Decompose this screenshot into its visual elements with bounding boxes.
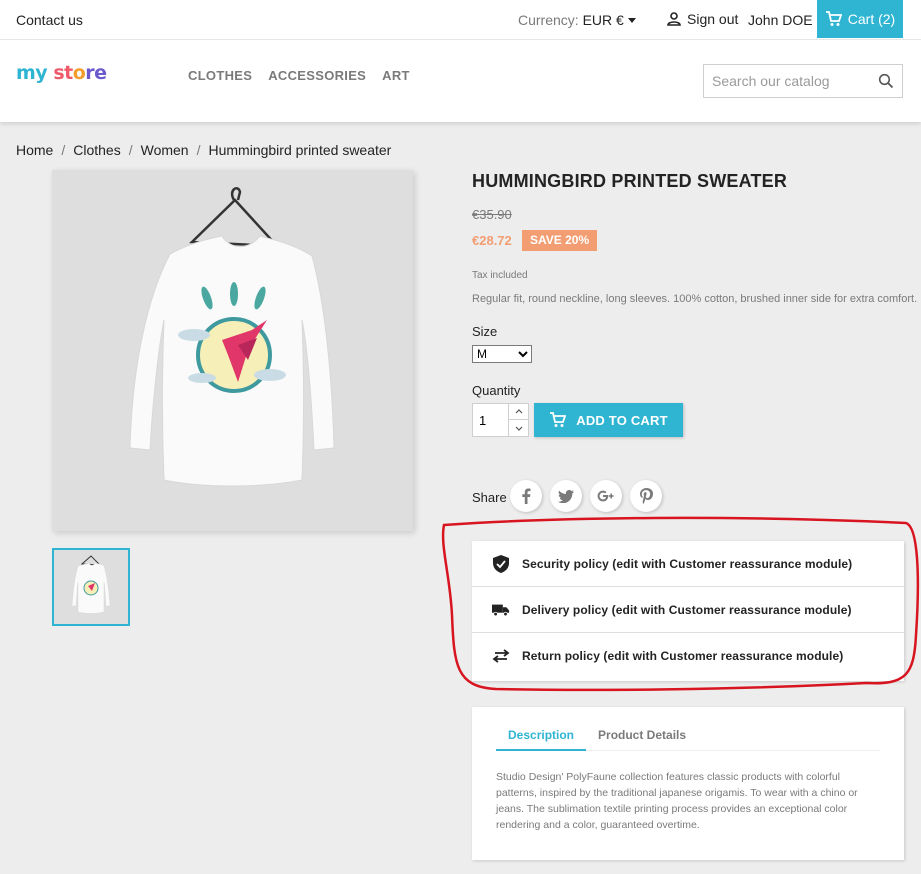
product-description: Studio Design' PolyFaune collection feat… bbox=[496, 771, 858, 831]
search-box bbox=[703, 64, 903, 98]
breadcrumb-clothes[interactable]: Clothes bbox=[73, 142, 120, 158]
breadcrumb: Home / Clothes / Women / Hummingbird pri… bbox=[16, 142, 391, 158]
cart-label: Cart (2) bbox=[847, 11, 896, 27]
tab-nav: Description Product Details bbox=[496, 723, 880, 751]
breadcrumb-home[interactable]: Home bbox=[16, 142, 53, 158]
size-select[interactable]: M bbox=[472, 345, 532, 363]
contact-us-link[interactable]: Contact us bbox=[16, 12, 83, 28]
product-thumbnail[interactable] bbox=[52, 548, 130, 626]
discount-badge: SAVE 20% bbox=[522, 230, 598, 251]
social-share bbox=[510, 480, 662, 512]
current-price: €28.72 bbox=[472, 233, 512, 248]
currency-selector[interactable]: Currency: EUR € bbox=[518, 12, 636, 28]
reassurance-label: Security policy (edit with Customer reas… bbox=[522, 556, 853, 571]
tab-product-details[interactable]: Product Details bbox=[586, 723, 698, 751]
sweater-illustration bbox=[129, 187, 335, 487]
truck-icon bbox=[492, 603, 510, 617]
chevron-down-icon bbox=[515, 426, 522, 431]
store-logo[interactable]: my store bbox=[16, 62, 107, 84]
sign-out-link[interactable]: Sign out bbox=[666, 11, 738, 27]
size-label: Size bbox=[472, 324, 498, 339]
add-to-cart-label: ADD TO CART bbox=[576, 412, 668, 428]
caret-down-icon bbox=[627, 18, 636, 23]
product-tabs: Description Product Details Studio Desig… bbox=[472, 707, 904, 860]
currency-value: EUR € bbox=[582, 12, 624, 28]
share-label: Share bbox=[472, 490, 507, 505]
cart-icon bbox=[825, 11, 842, 26]
user-account-link[interactable]: John DOE bbox=[748, 12, 813, 28]
shield-check-icon bbox=[492, 554, 510, 573]
reassurance-item-return: Return policy (edit with Customer reassu… bbox=[472, 633, 904, 679]
short-description: Regular fit, round neckline, long sleeve… bbox=[472, 293, 918, 305]
add-to-cart-button[interactable]: ADD TO CART bbox=[534, 403, 683, 437]
google-plus-icon[interactable] bbox=[590, 480, 622, 512]
quantity-stepper bbox=[472, 403, 529, 437]
quantity-decrease-button[interactable] bbox=[508, 420, 528, 436]
chevron-up-icon bbox=[515, 409, 522, 414]
quantity-increase-button[interactable] bbox=[508, 404, 528, 420]
currency-label: Currency: bbox=[518, 12, 579, 28]
tax-label: Tax included bbox=[472, 270, 528, 281]
facebook-icon[interactable] bbox=[510, 480, 542, 512]
reassurance-label: Delivery policy (edit with Customer reas… bbox=[522, 602, 852, 617]
menu-item-clothes[interactable]: CLOTHES bbox=[188, 68, 252, 83]
search-icon[interactable] bbox=[878, 73, 894, 89]
menu-item-accessories[interactable]: ACCESSORIES bbox=[268, 68, 366, 83]
quantity-input[interactable] bbox=[473, 404, 509, 436]
reassurance-label: Return policy (edit with Customer reassu… bbox=[522, 649, 844, 663]
quantity-label: Quantity bbox=[472, 383, 521, 398]
menu-item-art[interactable]: ART bbox=[382, 68, 410, 83]
top-bar: Contact us Currency: EUR € Sign out John… bbox=[0, 0, 921, 40]
breadcrumb-women[interactable]: Women bbox=[141, 142, 189, 158]
reassurance-item-delivery: Delivery policy (edit with Customer reas… bbox=[472, 587, 904, 633]
cart-button[interactable]: Cart (2) bbox=[817, 0, 903, 38]
tab-description[interactable]: Description bbox=[496, 723, 587, 751]
reassurance-item-security: Security policy (edit with Customer reas… bbox=[472, 541, 904, 587]
breadcrumb-current: Hummingbird printed sweater bbox=[208, 142, 392, 158]
breadcrumb-separator: / bbox=[196, 142, 201, 158]
twitter-icon[interactable] bbox=[550, 480, 582, 512]
swap-arrows-icon bbox=[492, 649, 510, 663]
reassurance-block: Security policy (edit with Customer reas… bbox=[472, 541, 904, 681]
pinterest-icon[interactable] bbox=[630, 480, 662, 512]
breadcrumb-separator: / bbox=[128, 142, 133, 158]
sweater-thumbnail-illustration bbox=[71, 555, 111, 614]
search-input[interactable] bbox=[704, 65, 869, 97]
cart-icon bbox=[550, 412, 567, 427]
user-icon bbox=[667, 12, 681, 26]
breadcrumb-separator: / bbox=[61, 142, 66, 158]
product-title: HUMMINGBIRD PRINTED SWEATER bbox=[472, 171, 788, 191]
header: my store CLOTHES ACCESSORIES ART bbox=[0, 40, 921, 122]
sign-out-label: Sign out bbox=[687, 11, 739, 27]
main-menu: CLOTHES ACCESSORIES ART bbox=[188, 68, 410, 83]
regular-price: €35.90 bbox=[472, 207, 512, 222]
product-cover-image[interactable] bbox=[52, 170, 413, 531]
